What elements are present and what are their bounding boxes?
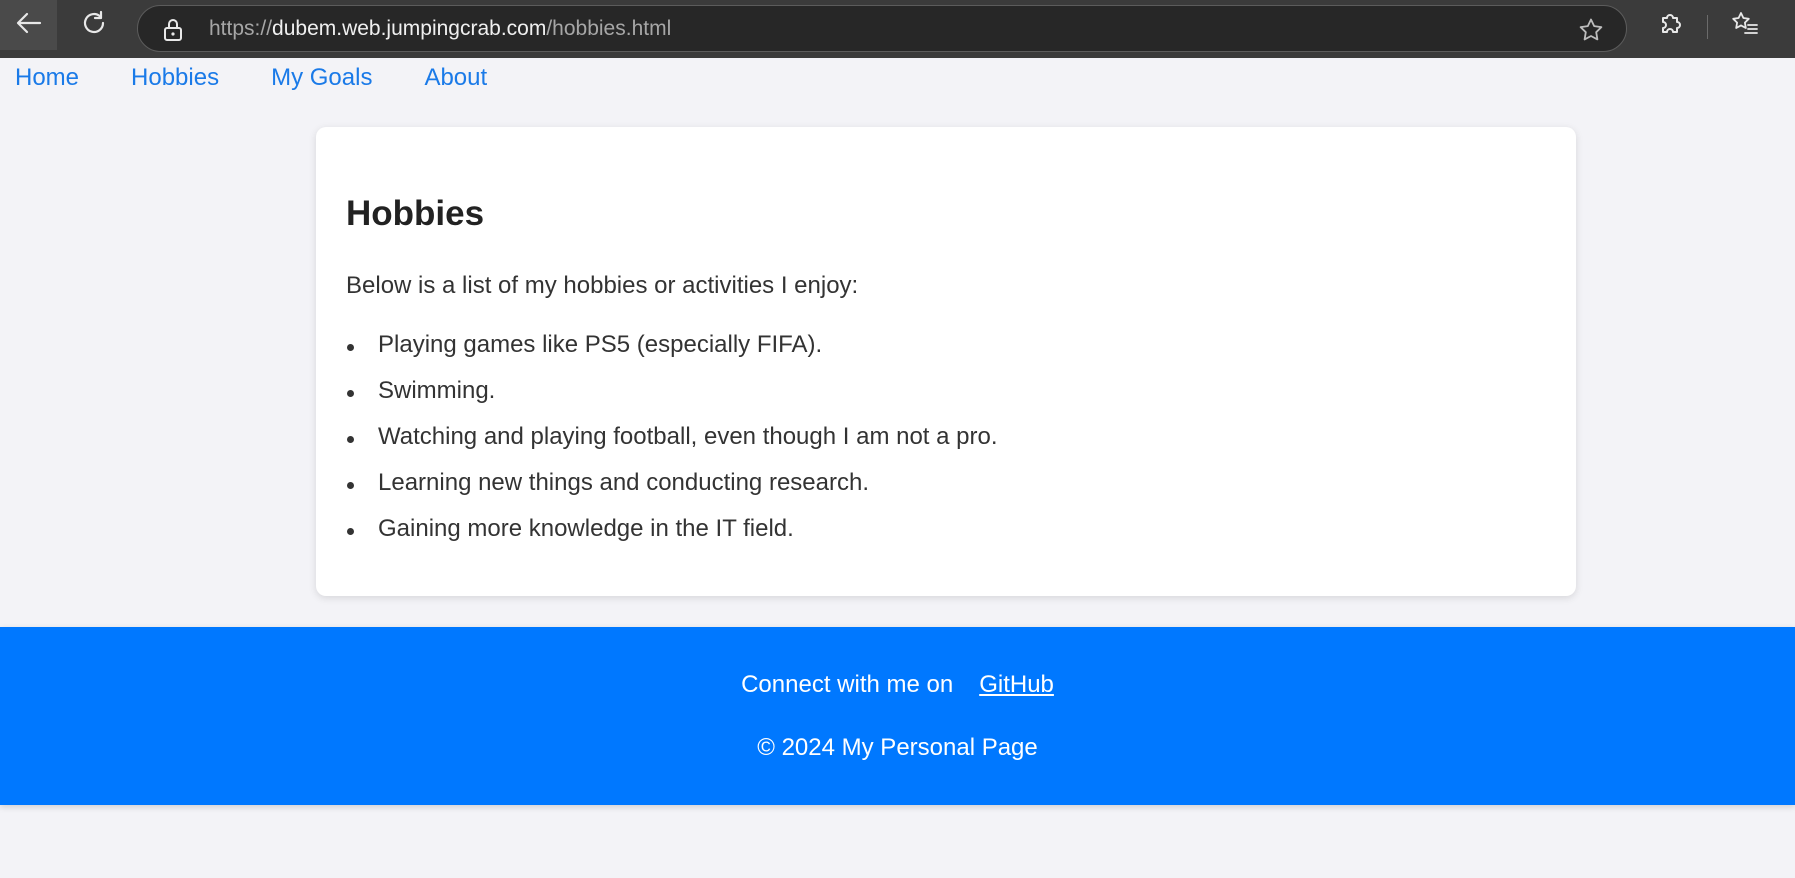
footer-connect: Connect with me on GitHub [0,671,1795,699]
copyright-text: © 2024 My Personal Page [757,734,1038,761]
reload-icon [81,10,107,41]
back-arrow-icon [16,12,42,39]
nav-home[interactable]: Home [15,64,79,92]
back-button[interactable] [0,0,57,50]
github-link[interactable]: GitHub [979,671,1054,698]
browser-toolbar: https://dubem.web.jumpingcrab.com/hobbie… [0,0,1795,58]
favorites-button[interactable] [1722,0,1768,50]
url-scheme: https:// [209,17,273,40]
nav-my-goals[interactable]: My Goals [271,64,372,92]
list-item: Gaining more knowledge in the IT field. [346,515,998,561]
footer: Connect with me on GitHub © 2024 My Perso… [0,627,1795,805]
star-icon[interactable] [1578,17,1604,48]
list-item: Learning new things and conducting resea… [346,469,998,515]
list-item: Watching and playing football, even thou… [346,423,998,469]
url-host: dubem.web.jumpingcrab.com [272,17,547,40]
address-bar[interactable]: https://dubem.web.jumpingcrab.com/hobbie… [137,5,1627,52]
toolbar-divider [1707,15,1708,39]
connect-text: Connect with me on [741,671,954,698]
reload-button[interactable] [66,0,122,50]
hobbies-card: Hobbies Below is a list of my hobbies or… [316,127,1576,596]
extensions-icon [1658,10,1684,41]
nav-about[interactable]: About [424,64,487,92]
intro-text: Below is a list of my hobbies or activit… [346,272,859,299]
lock-icon[interactable] [163,18,183,47]
list-item: Swimming. [346,377,998,423]
hobbies-list: Playing games like PS5 (especially FIFA)… [346,331,998,561]
list-item: Playing games like PS5 (especially FIFA)… [346,331,998,377]
extensions-button[interactable] [1648,0,1694,50]
nav-hobbies[interactable]: Hobbies [131,64,219,92]
page-title: Hobbies [346,194,485,233]
url-path: /hobbies.html [546,17,672,40]
url-text[interactable]: https://dubem.web.jumpingcrab.com/hobbie… [209,17,671,41]
main-nav: Home Hobbies My Goals About [0,58,524,98]
favorites-icon [1731,10,1759,41]
